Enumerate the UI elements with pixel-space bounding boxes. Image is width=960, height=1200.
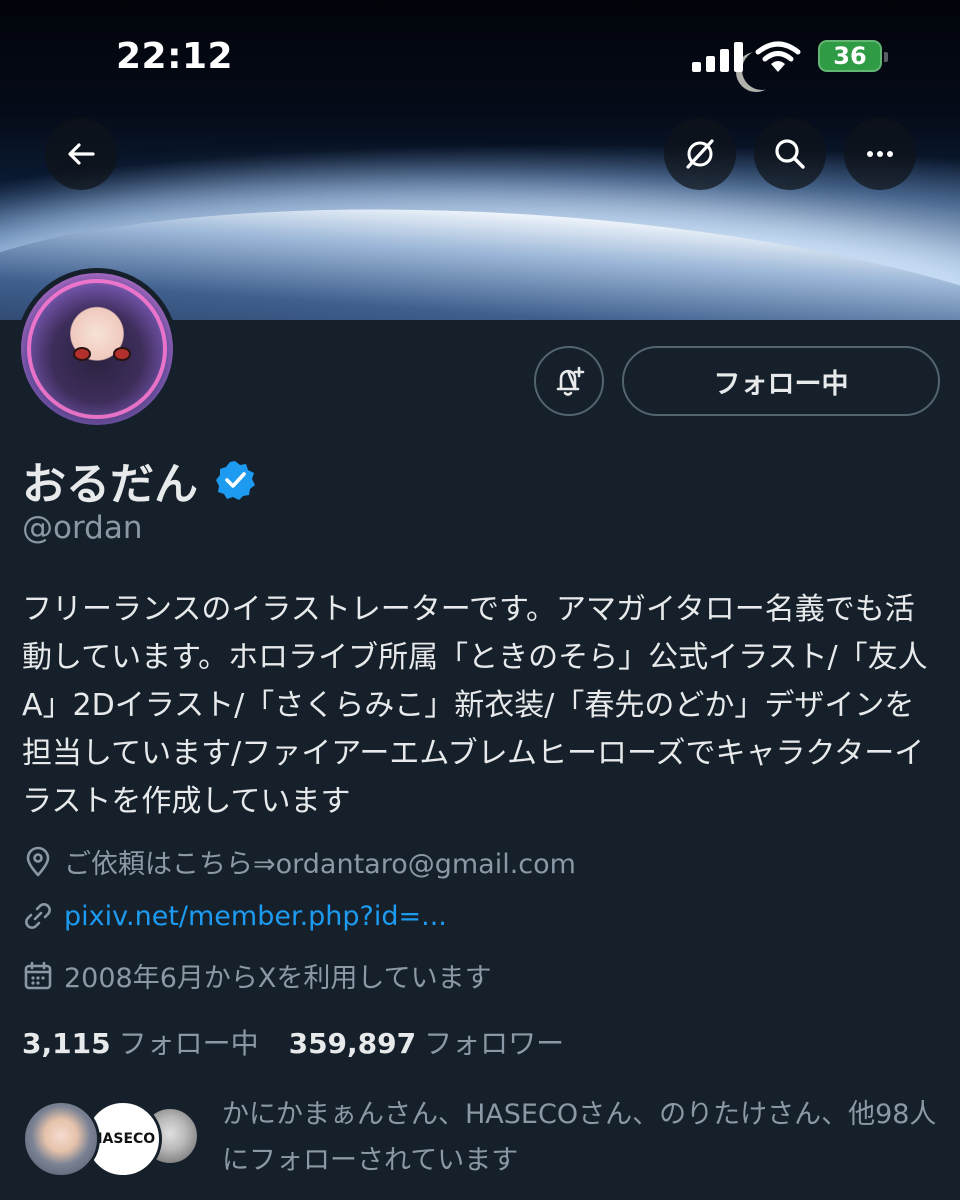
location-pin-icon: [26, 846, 50, 876]
verified-badge-icon[interactable]: [214, 459, 256, 501]
grok-icon: [686, 139, 714, 169]
followers-count-link[interactable]: 359,897 フォロワー: [289, 1022, 565, 1062]
follower-avatar: [22, 1100, 100, 1178]
more-dots-icon: [867, 151, 893, 157]
arrow-left-icon: [68, 143, 95, 165]
link-icon: [25, 903, 51, 929]
grok-button[interactable]: [664, 118, 736, 190]
back-button[interactable]: [45, 118, 117, 190]
following-button[interactable]: フォロー中: [622, 346, 940, 416]
joined-date: 2008年6月からXを利用しています: [64, 963, 492, 994]
avatar-eye: [113, 347, 131, 361]
avatar-eye: [73, 347, 91, 361]
following-count: 3,115: [22, 1027, 111, 1060]
battery-indicator: 36: [818, 40, 888, 72]
website-row[interactable]: pixiv.net/member.php?id=...: [22, 900, 447, 932]
follower-avatar-label: HASECO: [90, 1131, 156, 1147]
avatar-ring: [27, 279, 167, 419]
more-button[interactable]: [844, 118, 916, 190]
calendar-icon: [24, 961, 52, 989]
joined-row: 2008年6月からXを利用しています: [22, 956, 492, 995]
website-link[interactable]: pixiv.net/member.php?id=...: [64, 901, 447, 932]
wifi-icon: [755, 40, 801, 74]
followers-count: 359,897: [288, 1027, 417, 1060]
profile-avatar[interactable]: [16, 268, 178, 430]
notification-bell-button[interactable]: [534, 346, 604, 416]
followed-by-text[interactable]: かにかまぁんさん、HASECOさん、のりたけさん、他98人にフォローされています: [222, 1092, 944, 1184]
location-row: ご依頼はこちら⇒ordantaro@gmail.com: [22, 842, 576, 881]
followers-label: フォロワー: [424, 1027, 565, 1060]
user-handle: @ordan: [22, 510, 143, 546]
following-count-link[interactable]: 3,115 フォロー中: [22, 1022, 259, 1062]
display-name-row: おるだん: [22, 448, 256, 512]
follow-counts: 3,115 フォロー中 359,897 フォロワー: [22, 1022, 564, 1062]
bell-plus-icon: [556, 366, 585, 396]
status-time: 22:12: [116, 36, 234, 77]
following-label: フォロー中: [118, 1027, 259, 1060]
profile-bio: フリーランスのイラストレーターです。アマガイタロー名義でも活動しています。ホロラ…: [22, 592, 928, 819]
location-text: ご依頼はこちら⇒ordantaro@gmail.com: [64, 849, 576, 880]
display-name: おるだん: [22, 459, 198, 510]
search-icon: [775, 139, 805, 169]
search-button[interactable]: [754, 118, 826, 190]
cell-signal-icon: [692, 42, 744, 72]
